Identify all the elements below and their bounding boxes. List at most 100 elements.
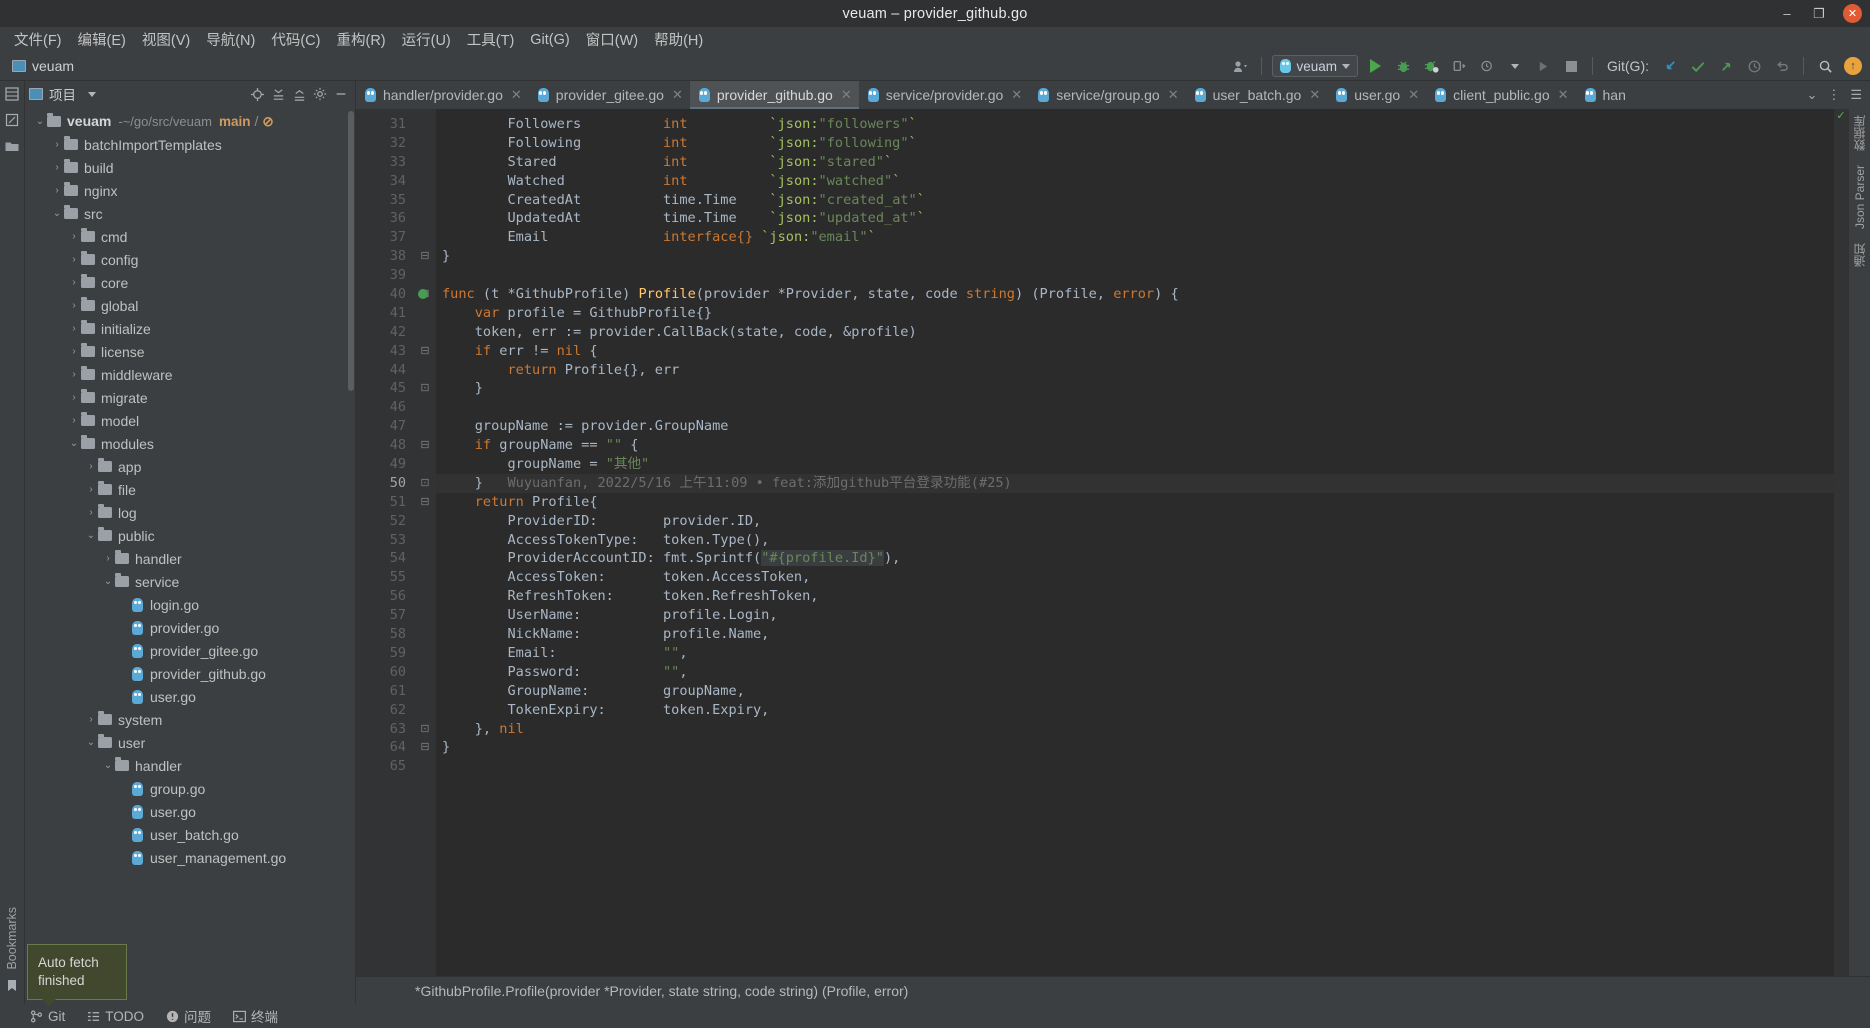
tree-node-initialize[interactable]: › initialize — [25, 317, 355, 340]
tree-node-group-go[interactable]: group.go — [25, 777, 355, 800]
locate-icon[interactable] — [247, 84, 267, 104]
close-tab-icon[interactable]: ✕ — [511, 87, 522, 103]
database-tool-label[interactable]: 数据库 — [1851, 115, 1868, 151]
tree-node-user-management-go[interactable]: user_management.go — [25, 846, 355, 869]
debug-icon[interactable] — [1392, 55, 1414, 77]
tree-node-app[interactable]: › app — [25, 455, 355, 478]
tree-node-batchimporttemplates[interactable]: › batchImportTemplates — [25, 133, 355, 156]
close-tab-icon[interactable]: ✕ — [1168, 87, 1179, 103]
code-line[interactable]: if err != nil { — [436, 342, 1834, 361]
menu-refactor[interactable]: 重构(R) — [328, 27, 393, 52]
code-line[interactable]: } — [436, 379, 1834, 398]
search-icon[interactable] — [1814, 55, 1836, 77]
tree-node-handler[interactable]: ⌄ handler — [25, 754, 355, 777]
close-tab-icon[interactable]: ✕ — [1558, 87, 1569, 103]
code-line[interactable]: UpdatedAt time.Time `json:"updated_at"` — [436, 209, 1834, 228]
tab-list-icon[interactable]: ☰ — [1850, 87, 1862, 103]
tree-node-user-go[interactable]: user.go — [25, 800, 355, 823]
settings-gear-icon[interactable] — [310, 84, 330, 104]
tree-node-user-go[interactable]: user.go — [25, 685, 355, 708]
code-line[interactable]: groupName := provider.GroupName — [436, 417, 1834, 436]
tree-node-src[interactable]: ⌄ src — [25, 202, 355, 225]
close-tab-icon[interactable]: ✕ — [1408, 87, 1419, 103]
fold-toggle-icon[interactable]: ⊟ — [414, 436, 436, 455]
code-line[interactable]: token, err := provider.CallBack(state, c… — [436, 323, 1834, 342]
tool-problems[interactable]: 问题 — [166, 1006, 211, 1026]
code-folding-gutter[interactable]: ⊟⊟⊟⊡⊟⊡⊟⊡⊟ — [414, 109, 436, 976]
git-rollback-icon[interactable] — [1771, 55, 1793, 77]
menu-git[interactable]: Git(G) — [522, 30, 577, 50]
profiler-icon[interactable] — [1448, 55, 1470, 77]
tree-node-license[interactable]: › license — [25, 340, 355, 363]
code-line[interactable]: return Profile{ — [436, 493, 1834, 512]
fold-toggle-icon[interactable]: ⊟ — [414, 342, 436, 361]
expand-all-icon[interactable] — [268, 84, 288, 104]
run-configuration-selector[interactable]: veuam — [1272, 55, 1358, 77]
menu-navigate[interactable]: 导航(N) — [198, 27, 263, 52]
bookmark-icon[interactable] — [3, 976, 21, 994]
run-with-coverage-icon[interactable] — [1420, 55, 1442, 77]
tree-node-provider-gitee-go[interactable]: provider_gitee.go — [25, 639, 355, 662]
stop-icon[interactable] — [1560, 55, 1582, 77]
chevron-down-icon[interactable] — [1504, 55, 1526, 77]
editor-tab-provider-github-go[interactable]: provider_github.go ✕ — [689, 81, 859, 109]
code-line[interactable]: Watched int `json:"watched"` — [436, 172, 1834, 191]
project-folder-icon[interactable] — [3, 137, 21, 155]
code-viewport[interactable]: 31 32 33 34 35 36 37 38 39 40 41 42 43 44 45 46 47 48 49 50… — [356, 109, 1848, 976]
fold-toggle-icon[interactable]: ⊡ — [414, 720, 436, 739]
code-line[interactable]: Email: "", — [436, 644, 1834, 663]
bookmarks-label[interactable]: Bookmarks — [5, 907, 19, 970]
code-line[interactable]: AccessTokenType: token.Type(), — [436, 531, 1834, 550]
chevron-right-icon[interactable]: › — [67, 254, 81, 265]
code-line[interactable]: } Wuyuanfan, 2022/5/16 上午11:09 • feat:添加… — [436, 473, 1834, 493]
tree-node-global[interactable]: › global — [25, 294, 355, 317]
tree-node-provider-github-go[interactable]: provider_github.go — [25, 662, 355, 685]
tree-node-model[interactable]: › model — [25, 409, 355, 432]
chevron-down-icon[interactable]: ⌄ — [101, 760, 115, 771]
fold-toggle-icon[interactable]: ⊟ — [414, 247, 436, 266]
editor-tab-han[interactable]: han — [1576, 81, 1633, 109]
code-line[interactable] — [436, 398, 1834, 417]
code-line[interactable]: GroupName: groupName, — [436, 682, 1834, 701]
commit-icon[interactable] — [3, 111, 21, 129]
tree-node-cmd[interactable]: › cmd — [25, 225, 355, 248]
menu-tools[interactable]: 工具(T) — [459, 27, 523, 52]
chevron-right-icon[interactable]: › — [67, 369, 81, 380]
run-secondary-icon[interactable] — [1532, 55, 1554, 77]
code-line[interactable] — [436, 266, 1834, 285]
chevron-right-icon[interactable]: › — [50, 185, 64, 196]
tree-node-migrate[interactable]: › migrate — [25, 386, 355, 409]
update-available-icon[interactable]: ↑ — [1842, 55, 1864, 77]
tree-node-handler[interactable]: › handler — [25, 547, 355, 570]
editor-tab-handler-provider-go[interactable]: handler/provider.go ✕ — [356, 81, 529, 109]
code-line[interactable]: UserName: profile.Login, — [436, 606, 1834, 625]
menu-code[interactable]: 代码(C) — [263, 27, 328, 52]
code-line[interactable]: Email interface{} `json:"email"` — [436, 228, 1834, 247]
run-gutter-icon[interactable] — [418, 289, 428, 300]
close-tab-icon[interactable]: ✕ — [672, 87, 683, 103]
tree-node-modules[interactable]: ⌄ modules — [25, 432, 355, 455]
chevron-right-icon[interactable]: › — [50, 139, 64, 150]
chevron-down-icon[interactable]: ⌄ — [101, 576, 115, 587]
code-line[interactable]: Following int `json:"following"` — [436, 134, 1834, 153]
structure-icon[interactable] — [3, 85, 21, 103]
minimize-icon[interactable]: – — [1779, 6, 1795, 22]
code-line[interactable]: }, nil — [436, 720, 1834, 739]
tree-node-system[interactable]: › system — [25, 708, 355, 731]
menu-view[interactable]: 视图(V) — [134, 27, 198, 52]
chevron-down-icon[interactable] — [82, 84, 102, 104]
chevron-down-icon[interactable]: ⌄ — [1806, 87, 1817, 103]
code-line[interactable]: ProviderAccountID: fmt.Sprintf("#{profil… — [436, 549, 1834, 568]
chevron-right-icon[interactable]: › — [67, 300, 81, 311]
chevron-right-icon[interactable]: › — [67, 392, 81, 403]
chevron-right-icon[interactable]: › — [67, 415, 81, 426]
code-line[interactable]: NickName: profile.Name, — [436, 625, 1834, 644]
git-history-icon[interactable] — [1743, 55, 1765, 77]
fold-toggle-icon[interactable]: ⊡ — [414, 379, 436, 398]
code-line[interactable]: return Profile{}, err — [436, 361, 1834, 380]
tree-node-user[interactable]: ⌄ user — [25, 731, 355, 754]
run-icon[interactable] — [1364, 55, 1386, 77]
chevron-right-icon[interactable]: › — [101, 553, 115, 564]
code-line[interactable]: TokenExpiry: token.Expiry, — [436, 701, 1834, 720]
tree-node-build[interactable]: › build — [25, 156, 355, 179]
